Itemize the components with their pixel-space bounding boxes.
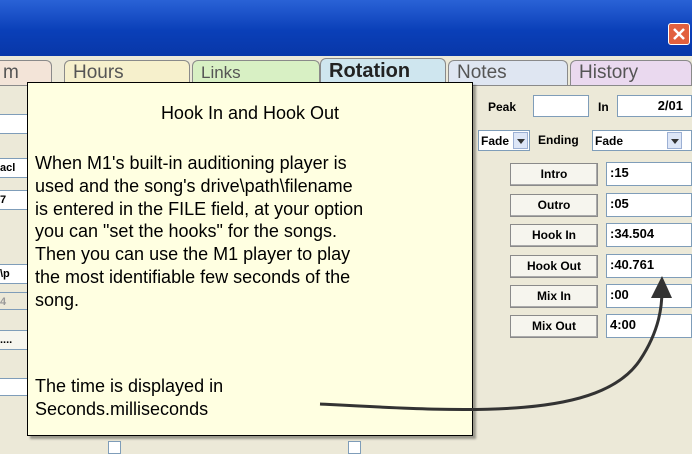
arrow-head-icon: [651, 276, 672, 298]
annotation-arrow: [319, 276, 672, 411]
